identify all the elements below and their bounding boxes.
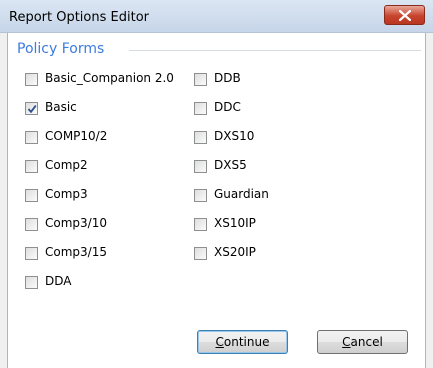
- checkbox-label: COMP10/2: [45, 129, 108, 143]
- cancel-button[interactable]: Cancel: [317, 330, 408, 354]
- checkbox-label: DDA: [45, 274, 72, 288]
- checkbox-box[interactable]: [25, 102, 38, 115]
- dialog-body: Policy Forms Basic_Companion 2.0 Basic COM…: [7, 33, 426, 368]
- checkbox-box[interactable]: [25, 276, 38, 289]
- checkbox-box[interactable]: [25, 73, 38, 86]
- continue-label: ontinue: [223, 335, 270, 349]
- checkbox-label: XS20IP: [214, 245, 256, 259]
- close-icon: [399, 10, 411, 21]
- continue-accelerator: C: [215, 335, 224, 349]
- checkbox-box[interactable]: [194, 131, 207, 144]
- checkbox-box[interactable]: [194, 73, 207, 86]
- checkbox-label: Basic: [45, 100, 77, 114]
- checkbox-label: Basic_Companion 2.0: [45, 71, 174, 85]
- checkbox-box[interactable]: [194, 247, 207, 260]
- report-options-window: Report Options Editor Policy Forms Basic…: [0, 0, 433, 368]
- close-button[interactable]: [384, 5, 425, 25]
- policy-forms-group-title: Policy Forms: [17, 41, 105, 57]
- checkbox-label: Comp3: [45, 187, 88, 201]
- checkbox-label: DDC: [214, 100, 241, 114]
- group-divider: [129, 50, 421, 51]
- checkbox-label: Comp3/15: [45, 245, 107, 259]
- continue-button[interactable]: Continue: [197, 330, 288, 354]
- checkbox-label: DXS5: [214, 158, 247, 172]
- window-title: Report Options Editor: [9, 10, 149, 25]
- checkbox-label: Comp2: [45, 158, 88, 172]
- checkbox-label: Guardian: [214, 187, 269, 201]
- checkbox-box[interactable]: [194, 160, 207, 173]
- checkmark-icon: [27, 105, 37, 114]
- cancel-label: ancel: [350, 335, 383, 349]
- checkbox-label: DDB: [214, 71, 241, 85]
- checkbox-label: Comp3/10: [45, 216, 107, 230]
- checkbox-box[interactable]: [194, 102, 207, 115]
- checkbox-box[interactable]: [25, 160, 38, 173]
- cancel-accelerator: C: [342, 335, 351, 349]
- checkbox-box[interactable]: [25, 189, 38, 202]
- title-bar[interactable]: Report Options Editor: [0, 0, 433, 33]
- checkbox-box[interactable]: [194, 218, 207, 231]
- checkbox-box[interactable]: [194, 189, 207, 202]
- checkbox-box[interactable]: [25, 247, 38, 260]
- checkbox-label: DXS10: [214, 129, 255, 143]
- checkbox-box[interactable]: [25, 131, 38, 144]
- checkbox-label: XS10IP: [214, 216, 256, 230]
- checkbox-box[interactable]: [25, 218, 38, 231]
